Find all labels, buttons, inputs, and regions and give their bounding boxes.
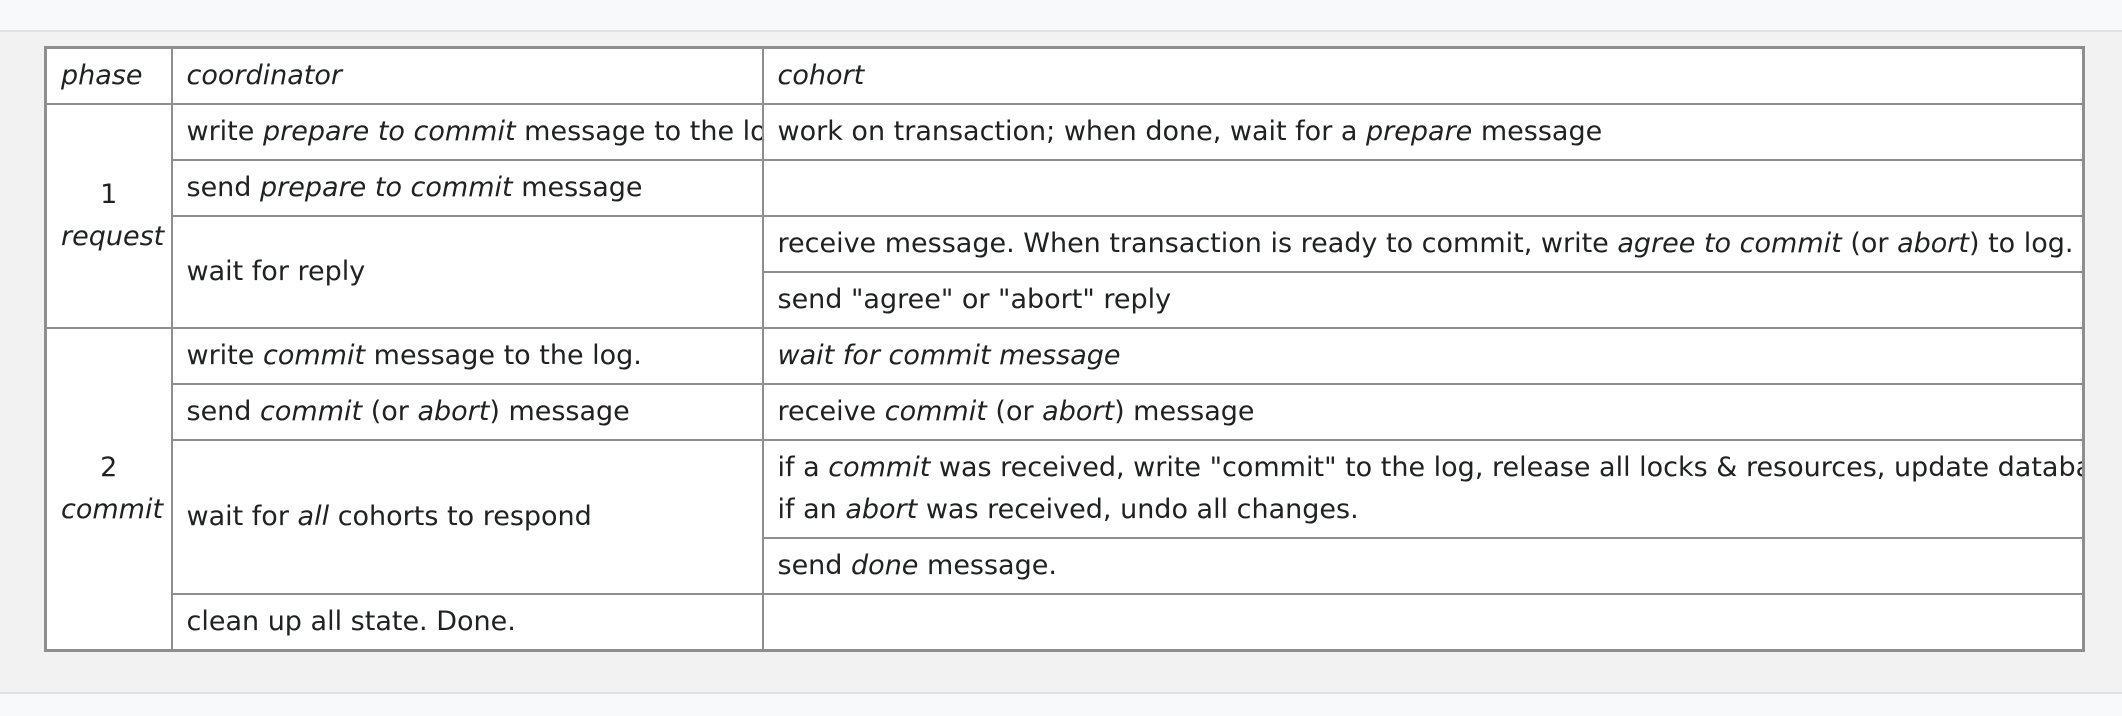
phase-number: 1	[100, 178, 118, 210]
top-strip	[0, 0, 2122, 32]
table-row: clean up all state. Done.	[46, 593, 2085, 652]
coordinator-cell: wait for reply	[170, 214, 764, 329]
coordinator-cell: send commit (or abort) message	[170, 382, 764, 442]
table-row: 1 request write prepare to commit messag…	[44, 102, 2085, 329]
coordinator-cell: clean up all state. Done.	[170, 593, 764, 652]
table-row: 2 commit write commit message to the log…	[44, 326, 2085, 652]
cohort-cell: send "agree" or "abort" reply	[761, 270, 2085, 329]
two-phase-commit-table: phase coordinator cohort 1 request write…	[44, 46, 2085, 652]
phase-name: commit	[61, 493, 164, 525]
cohort-cell: receive message. When transaction is rea…	[761, 214, 2085, 273]
cohort-cell-empty	[761, 158, 2085, 217]
table-row: send prepare to commit message	[46, 158, 2085, 217]
phase-number: 2	[100, 451, 118, 483]
header-coordinator: coordinator	[170, 46, 764, 105]
cohort-cell-empty	[761, 593, 2085, 652]
phase-cell-commit: 2 commit	[44, 326, 173, 652]
cohort-cell: wait for commit message	[761, 326, 2085, 385]
table-row: wait for reply receive message. When tra…	[46, 214, 2085, 329]
cohort-cell: send done message.	[761, 537, 2085, 596]
cohort-cell: if a commit was received, write "commit"…	[761, 439, 2085, 540]
cohort-cell: work on transaction; when done, wait for…	[761, 102, 2085, 161]
table-row: wait for all cohorts to respond if a com…	[46, 439, 2085, 596]
coordinator-cell: send prepare to commit message	[170, 158, 764, 217]
phase-cell-request: 1 request	[44, 102, 173, 329]
phase-name: request	[61, 220, 165, 252]
header-row: phase coordinator cohort	[44, 46, 2085, 105]
header-phase: phase	[44, 46, 173, 105]
header-cohort: cohort	[761, 46, 2085, 105]
coordinator-cell: wait for all cohorts to respond	[170, 439, 764, 596]
coordinator-cell: write prepare to commit message to the l…	[170, 102, 764, 161]
table-row: send commit (or abort) message receive c…	[46, 382, 2085, 442]
content-frame: phase coordinator cohort 1 request write…	[0, 32, 2122, 694]
cohort-cell: receive commit (or abort) message	[761, 382, 2085, 442]
coordinator-cell: write commit message to the log.	[170, 326, 764, 385]
